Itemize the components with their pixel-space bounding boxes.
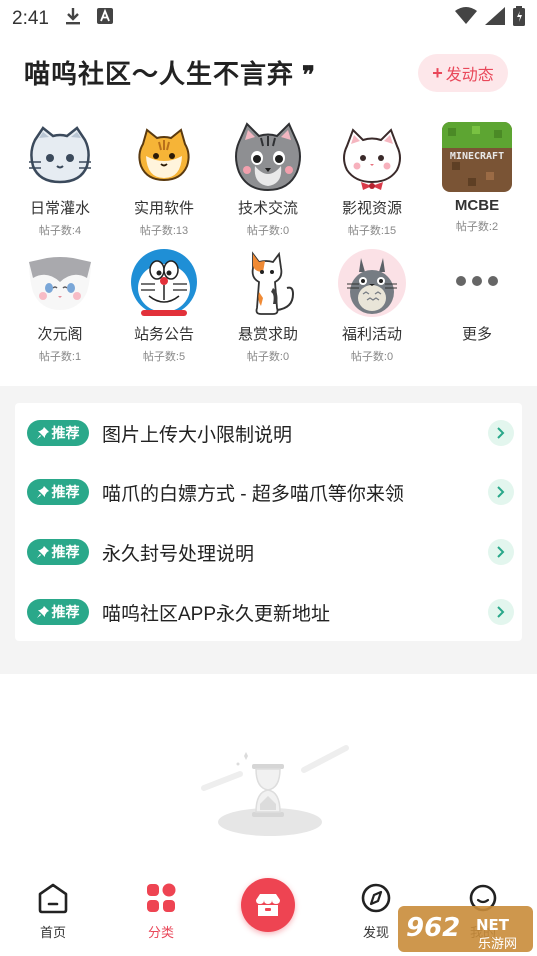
category-name: 更多: [461, 326, 492, 343]
page-title: 喵呜社区～人生不言弃: [24, 59, 295, 89]
quote-icon: ❞: [302, 60, 315, 89]
category-item[interactable]: 技术交流 帖子数:0: [218, 122, 318, 238]
category-item[interactable]: 悬赏求助 帖子数:0: [218, 248, 318, 364]
category-count: 帖子数:0: [246, 225, 290, 237]
category-item[interactable]: MINECRAFT MCBE 帖子数:2: [427, 122, 527, 234]
category-name: 技术交流: [237, 200, 298, 217]
category-count: 帖子数:1: [38, 351, 82, 363]
ragdoll-cat-icon: [29, 257, 91, 310]
category-name: 实用软件: [133, 200, 194, 217]
category-item[interactable]: 次元阁 帖子数:1: [10, 248, 110, 364]
category-item[interactable]: 影视资源 帖子数:15: [322, 122, 422, 238]
nav-category-label: 分类: [147, 925, 174, 940]
category-name: 日常灌水: [29, 200, 90, 217]
recommend-tag-label: 推荐: [51, 425, 80, 441]
nav-home-label: 首页: [39, 925, 66, 940]
watermark-sub: 乐游网: [478, 937, 517, 952]
notice-item[interactable]: 推荐 喵爪的白嫖方式 - 超多喵爪等你来领: [15, 462, 522, 522]
notice-title: 喵爪的白嫖方式 - 超多喵爪等你来领: [102, 483, 404, 505]
category-count: 帖子数:15: [347, 225, 397, 237]
category-name: 福利活动: [341, 326, 402, 343]
recommend-tag-label: 推荐: [51, 484, 80, 500]
recommend-tag-label: 推荐: [51, 544, 80, 560]
wifi-icon: [455, 7, 477, 31]
notice-title: 永久封号处理说明: [102, 543, 255, 565]
notice-title: 图片上传大小限制说明: [102, 424, 293, 446]
download-icon: [65, 7, 81, 31]
category-item[interactable]: 站务公告 帖子数:5: [114, 248, 214, 364]
plus-icon: +: [432, 62, 443, 83]
chevron-right-icon: [488, 479, 514, 505]
category-name: 站务公告: [133, 326, 194, 343]
category-count: 帖子数:13: [139, 225, 189, 237]
chevron-right-icon: [488, 599, 514, 625]
font-a-icon: [96, 8, 113, 30]
category-grid-icon: [147, 883, 176, 912]
battery-icon: [513, 6, 525, 32]
post-status-label: 发动态: [445, 67, 494, 84]
notice-item[interactable]: 推荐 喵呜社区APP永久更新地址: [15, 582, 522, 642]
chevron-right-icon: [488, 420, 514, 446]
category-count: 帖子数:5: [142, 351, 186, 363]
home-icon: [38, 883, 68, 914]
tabby-cat-icon: [235, 122, 301, 192]
site-watermark: 962 NET 乐游网: [398, 906, 533, 952]
store-icon: [256, 894, 280, 916]
category-count: 帖子数:4: [38, 225, 82, 237]
orange-cat-icon: [138, 128, 190, 182]
category-name: 影视资源: [341, 200, 402, 217]
notice-title: 喵呜社区APP永久更新地址: [102, 603, 331, 625]
category-name: MCBE: [454, 197, 500, 214]
recommend-tag: 推荐: [27, 420, 89, 446]
pin-icon: [36, 606, 49, 618]
category-item[interactable]: 更多: [427, 248, 527, 348]
totoro-icon: [338, 249, 406, 317]
nav-home[interactable]: 首页: [18, 882, 88, 941]
minecraft-logo-text: MINECRAFT: [450, 151, 504, 162]
category-name: 次元阁: [37, 326, 83, 343]
grey-cat-icon: [29, 126, 91, 184]
pin-icon: [36, 546, 49, 558]
calico-cat-icon: [251, 251, 295, 315]
watermark-number: 962: [406, 913, 460, 943]
nav-store-button[interactable]: [241, 878, 295, 932]
category-item[interactable]: 日常灌水 帖子数:4: [10, 122, 110, 238]
category-name: 悬赏求助: [237, 326, 298, 343]
more-dots-icon: [456, 276, 498, 286]
white-cat-bow-icon: [343, 128, 401, 190]
status-time: 2:41: [12, 8, 49, 29]
notice-item[interactable]: 推荐 图片上传大小限制说明: [15, 403, 522, 463]
hourglass-empty-icon: [201, 745, 349, 836]
notice-list: 推荐 图片上传大小限制说明 推荐 喵爪的白嫖方式 - 超多喵爪等你来领 推荐 永…: [15, 403, 522, 641]
post-status-button[interactable]: + 发动态: [418, 54, 508, 92]
category-count: 帖子数:0: [350, 351, 394, 363]
recommend-tag: 推荐: [27, 479, 89, 505]
category-item[interactable]: 实用软件 帖子数:13: [114, 122, 214, 238]
signal-icon: [485, 7, 505, 31]
minecraft-icon: MINECRAFT: [442, 122, 512, 192]
category-count: 帖子数:2: [455, 221, 499, 233]
notice-item[interactable]: 推荐 永久封号处理说明: [15, 522, 522, 582]
nav-category[interactable]: 分类: [126, 882, 196, 941]
recommend-tag: 推荐: [27, 539, 89, 565]
page-header: 喵呜社区～人生不言弃 ❞ + 发动态: [0, 48, 537, 100]
doraemon-icon: [131, 249, 197, 316]
watermark-net: NET: [476, 916, 510, 934]
chevron-right-icon: [488, 539, 514, 565]
status-bar: 2:41: [0, 0, 537, 38]
category-count: 帖子数:0: [246, 351, 290, 363]
compass-icon: [361, 883, 391, 913]
pin-icon: [36, 427, 49, 439]
category-item[interactable]: 福利活动 帖子数:0: [322, 248, 422, 364]
recommend-tag: 推荐: [27, 599, 89, 625]
pin-icon: [36, 486, 49, 498]
recommend-tag-label: 推荐: [51, 604, 80, 620]
